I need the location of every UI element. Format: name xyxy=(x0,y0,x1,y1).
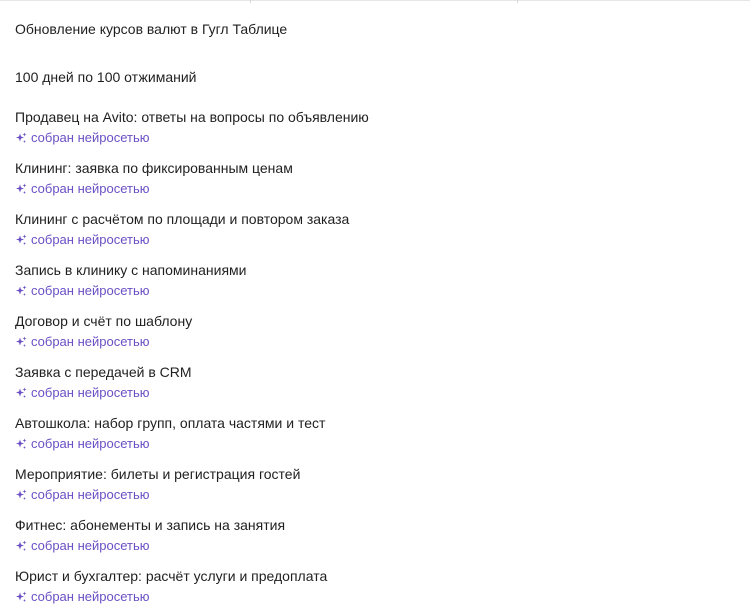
item-title: Фитнес: абонементы и запись на занятия xyxy=(15,517,286,533)
badge-label: собран нейросетью xyxy=(31,334,150,349)
top-divider-tick xyxy=(517,0,518,3)
sparkle-icon xyxy=(15,234,27,246)
list-item[interactable]: Обновление курсов валют в Гугл Таблице xyxy=(15,20,735,38)
list-item[interactable]: Заявка с передачей в CRM собран нейросет… xyxy=(15,363,735,401)
badge-label: собран нейросетью xyxy=(31,589,150,604)
list-item[interactable]: Автошкола: набор групп, оплата частями и… xyxy=(15,414,735,452)
ai-generated-badge: собран нейросетью xyxy=(15,385,735,401)
sparkle-icon xyxy=(15,387,27,399)
badge-label: собран нейросетью xyxy=(31,487,150,502)
item-title: Юрист и бухгалтер: расчёт услуги и предо… xyxy=(15,568,328,584)
ai-generated-badge: собран нейросетью xyxy=(15,487,735,503)
item-title: 100 дней по 100 отжиманий xyxy=(15,69,197,85)
list-item[interactable]: Продавец на Avito: ответы на вопросы по … xyxy=(15,108,735,146)
sparkle-icon xyxy=(15,183,27,195)
list-item[interactable]: Фитнес: абонементы и запись на занятия с… xyxy=(15,516,735,554)
ai-generated-badge: собран нейросетью xyxy=(15,436,735,452)
list-item[interactable]: Мероприятие: билеты и регистрация гостей… xyxy=(15,465,735,503)
list-item[interactable]: Запись в клинику с напоминаниями собран … xyxy=(15,261,735,299)
badge-label: собран нейросетью xyxy=(31,181,150,196)
ai-generated-badge: собран нейросетью xyxy=(15,589,735,605)
badge-label: собран нейросетью xyxy=(31,538,150,553)
ai-generated-badge: собран нейросетью xyxy=(15,283,735,299)
item-title: Автошкола: набор групп, оплата частями и… xyxy=(15,415,326,431)
badge-label: собран нейросетью xyxy=(31,283,150,298)
item-title: Запись в клинику с напоминаниями xyxy=(15,262,247,278)
top-divider xyxy=(0,0,750,1)
badge-label: собран нейросетью xyxy=(31,232,150,247)
item-title: Клининг с расчётом по площади и повтором… xyxy=(15,211,350,227)
list-item[interactable]: Клининг: заявка по фиксированным ценам с… xyxy=(15,159,735,197)
sparkle-icon xyxy=(15,132,27,144)
ai-generated-badge: собран нейросетью xyxy=(15,232,735,248)
ai-generated-badge: собран нейросетью xyxy=(15,538,735,554)
item-title: Продавец на Avito: ответы на вопросы по … xyxy=(15,109,369,125)
ai-generated-badge: собран нейросетью xyxy=(15,130,735,146)
sparkle-icon xyxy=(15,591,27,603)
badge-label: собран нейросетью xyxy=(31,385,150,400)
item-title: Договор и счёт по шаблону xyxy=(15,313,193,329)
sparkle-icon xyxy=(15,438,27,450)
sparkle-icon xyxy=(15,336,27,348)
item-title: Мероприятие: билеты и регистрация гостей xyxy=(15,466,301,482)
item-title: Обновление курсов валют в Гугл Таблице xyxy=(15,21,288,37)
template-list: Обновление курсов валют в Гугл Таблице 1… xyxy=(15,20,735,605)
sparkle-icon xyxy=(15,285,27,297)
badge-label: собран нейросетью xyxy=(31,130,150,145)
ai-generated-badge: собран нейросетью xyxy=(15,181,735,197)
item-title: Заявка с передачей в CRM xyxy=(15,364,192,380)
list-item[interactable]: Клининг с расчётом по площади и повтором… xyxy=(15,210,735,248)
sparkle-icon xyxy=(15,489,27,501)
sparkle-icon xyxy=(15,540,27,552)
top-divider-tick xyxy=(250,0,251,3)
list-item[interactable]: Юрист и бухгалтер: расчёт услуги и предо… xyxy=(15,567,735,605)
badge-label: собран нейросетью xyxy=(31,436,150,451)
list-item[interactable]: 100 дней по 100 отжиманий xyxy=(15,68,735,86)
list-item[interactable]: Договор и счёт по шаблону собран нейросе… xyxy=(15,312,735,350)
item-title: Клининг: заявка по фиксированным ценам xyxy=(15,160,293,176)
ai-generated-badge: собран нейросетью xyxy=(15,334,735,350)
